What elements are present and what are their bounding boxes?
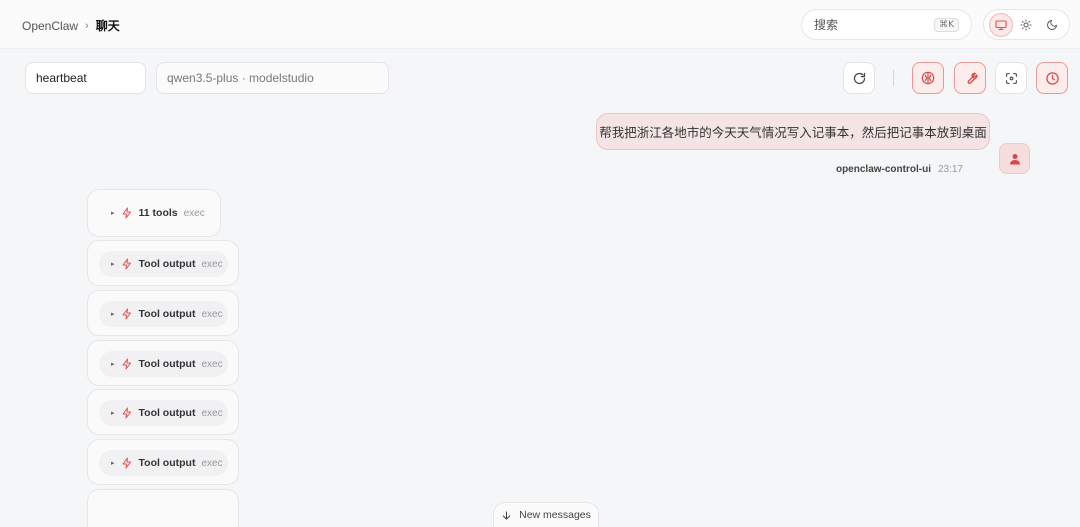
brain-icon: [920, 70, 936, 86]
tool-output-label: Tool output: [138, 457, 196, 469]
clock-icon: [1045, 71, 1060, 86]
lightning-icon: [121, 308, 133, 320]
expand-caret-icon: ▸: [111, 261, 115, 268]
message-time: 23:17: [937, 164, 963, 175]
monitor-icon: [995, 19, 1007, 31]
tool-output-label: Tool output: [138, 358, 196, 370]
tool-output-header[interactable]: ▸ Tool output exec: [99, 301, 228, 327]
refresh-button[interactable]: [843, 62, 875, 94]
theme-switch: [983, 9, 1070, 40]
tool-output-header[interactable]: ▸ Tool output exec: [99, 251, 228, 277]
tool-output-card: ▸ Tool output exec: [87, 290, 239, 336]
tools-toggle-button[interactable]: [954, 62, 986, 94]
user-icon: [1009, 153, 1021, 165]
tool-output-card-partial: [87, 489, 239, 527]
lightning-icon: [121, 258, 133, 270]
tool-output-type: exec: [201, 308, 223, 320]
tool-output-card: ▸ Tool output exec: [87, 340, 239, 386]
expand-caret-icon: ▸: [111, 311, 115, 318]
breadcrumb-current: 聊天: [95, 19, 120, 33]
lightning-icon: [121, 407, 133, 419]
tools-summary-label: 11 tools: [138, 207, 178, 219]
tool-output-header[interactable]: ▸ Tool output exec: [99, 450, 228, 476]
refresh-icon: [852, 71, 867, 86]
search-input[interactable]: 搜索 ⌘K: [801, 9, 972, 40]
user-message-text: 帮我把浙江各地市的今天天气情况写入记事本，然后把记事本放到桌面: [599, 126, 987, 140]
new-messages-label: New messages: [519, 509, 591, 521]
avatar: [999, 143, 1030, 174]
sun-icon: [1020, 19, 1032, 31]
top-bar: OpenClaw › 聊天 搜索 ⌘K: [0, 0, 1080, 49]
lightning-icon: [121, 457, 133, 469]
wrench-icon: [963, 71, 978, 86]
focus-button[interactable]: [995, 62, 1027, 94]
user-message-bubble: 帮我把浙江各地市的今天天气情况写入记事本，然后把记事本放到桌面: [596, 113, 990, 150]
tool-output-label: Tool output: [138, 258, 196, 270]
expand-caret-icon: ▸: [111, 361, 115, 368]
tool-output-card: ▸ Tool output exec: [87, 240, 239, 286]
toolbar-divider: [893, 70, 894, 86]
model-select[interactable]: qwen3.5-plus · modelstudio: [156, 62, 389, 94]
tool-output-type: exec: [201, 258, 223, 270]
tool-output-type: exec: [201, 407, 223, 419]
search-shortcut: ⌘K: [934, 17, 959, 32]
lightning-icon: [121, 358, 133, 370]
focus-icon: [1005, 72, 1018, 85]
message-sender: openclaw-control-ui: [835, 164, 931, 175]
tool-output-header[interactable]: ▸ Tool output exec: [99, 400, 228, 426]
expand-caret-icon: ▸: [111, 410, 115, 417]
tool-output-type: exec: [201, 457, 223, 469]
new-messages-button[interactable]: New messages: [493, 502, 599, 527]
expand-caret-icon: ▸: [111, 460, 115, 467]
breadcrumb-separator: ›: [85, 19, 89, 32]
tools-summary-type: exec: [183, 207, 205, 219]
theme-light-button[interactable]: [1014, 13, 1038, 37]
tool-output-type: exec: [201, 358, 223, 370]
search-label: 搜索: [814, 18, 839, 32]
message-meta: openclaw-control-ui 23:17: [836, 164, 963, 175]
arrow-down-icon: [501, 510, 512, 521]
tool-output-label: Tool output: [138, 308, 196, 320]
breadcrumb-root[interactable]: OpenClaw: [22, 19, 78, 33]
session-select[interactable]: heartbeat: [25, 62, 146, 94]
moon-icon: [1046, 19, 1058, 31]
theme-dark-button[interactable]: [1040, 13, 1064, 37]
expand-caret-icon: ▸: [111, 210, 115, 217]
tool-output-card: ▸ Tool output exec: [87, 389, 239, 435]
breadcrumb: OpenClaw › 聊天: [22, 17, 120, 34]
lightning-icon: [121, 207, 133, 219]
theme-system-button[interactable]: [988, 12, 1013, 37]
thinking-toggle-button[interactable]: [912, 62, 944, 94]
history-button[interactable]: [1036, 62, 1068, 94]
tool-output-card: ▸ Tool output exec: [87, 439, 239, 485]
tool-output-label: Tool output: [138, 407, 196, 419]
tool-output-header[interactable]: ▸ Tool output exec: [99, 351, 228, 377]
tools-summary-card[interactable]: ▸ 11 tools exec: [87, 189, 221, 237]
